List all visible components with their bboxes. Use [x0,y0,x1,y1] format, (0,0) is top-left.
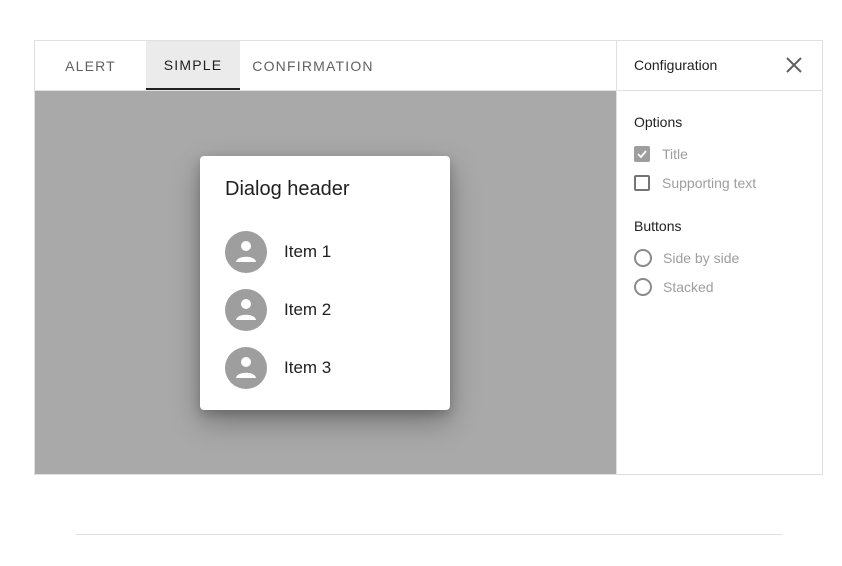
tab-confirmation[interactable]: CONFIRMATION [240,41,386,90]
dialog-demo-frame: ALERT SIMPLE CONFIRMATION Dialog header … [34,40,823,475]
radio-label: Stacked [663,279,714,295]
person-avatar-icon [225,231,267,273]
dialog-list-item-2[interactable]: Item 2 [225,288,435,332]
dialog-item-label: Item 1 [284,242,332,261]
option-title-checkbox[interactable]: Title [634,146,688,162]
option-label: Title [662,146,688,162]
person-avatar-icon [225,289,267,331]
buttons-section-label: Buttons [634,218,682,234]
option-label: Supporting text [662,175,757,191]
person-avatar-icon [225,347,267,389]
dialog-item-label: Item 3 [284,358,332,377]
demo-area: ALERT SIMPLE CONFIRMATION Dialog header … [35,41,616,474]
configuration-panel: Configuration Options Title Supporting t… [616,41,822,474]
dialog-list-item-3[interactable]: Item 3 [225,346,435,390]
configuration-header: Configuration [617,41,822,91]
page-divider [76,534,783,535]
buttons-stacked-radio[interactable]: Stacked [634,278,714,296]
configuration-title: Configuration [634,57,718,73]
dialog-list-item-1[interactable]: Item 1 [225,230,435,274]
tab-simple[interactable]: SIMPLE [146,41,240,90]
buttons-side-by-side-radio[interactable]: Side by side [634,249,739,267]
tab-alert[interactable]: ALERT [35,41,146,90]
close-icon[interactable] [784,55,804,75]
simple-dialog: Dialog header Item 1 Item 2 Item 3 [200,156,450,410]
options-section-label: Options [634,114,683,130]
checkbox-checked-icon [634,146,650,162]
option-supporting-text-checkbox[interactable]: Supporting text [634,175,756,191]
checkbox-unchecked-icon [634,175,650,191]
tab-bar: ALERT SIMPLE CONFIRMATION [35,41,616,91]
radio-unselected-icon [634,278,652,296]
dialog-scrim[interactable]: Dialog header Item 1 Item 2 Item 3 [35,91,616,474]
dialog-title: Dialog header [225,178,350,200]
dialog-item-label: Item 2 [284,300,332,319]
radio-unselected-icon [634,249,652,267]
radio-label: Side by side [663,250,740,266]
